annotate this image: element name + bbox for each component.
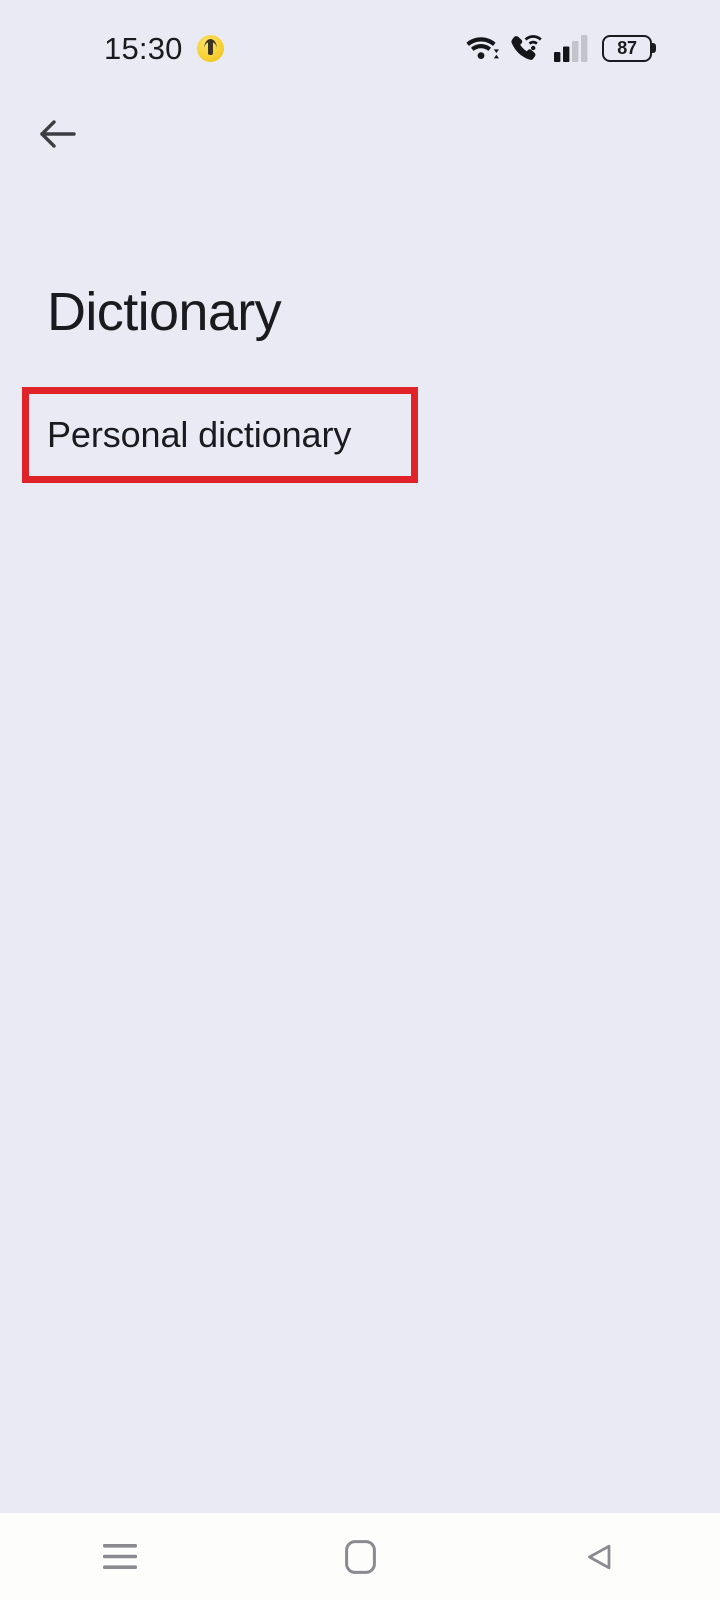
nav-back-button[interactable] xyxy=(480,1513,720,1600)
status-clock: 15:30 xyxy=(104,30,183,66)
recents-menu-icon xyxy=(103,1544,137,1569)
cellular-signal-icon xyxy=(554,35,588,62)
settings-list: Personal dictionary xyxy=(0,387,720,483)
wifi-calling-icon xyxy=(511,35,542,60)
status-bar-right: 87 xyxy=(465,33,690,63)
status-bar-left: 15:30 xyxy=(0,33,224,64)
status-bar: 15:30 87 xyxy=(0,0,720,96)
back-triangle-icon xyxy=(588,1544,611,1569)
notification-badge-icon xyxy=(196,34,224,62)
battery-icon: 87 xyxy=(602,34,652,62)
list-item-personal-dictionary[interactable]: Personal dictionary xyxy=(0,387,720,483)
wifi-icon xyxy=(466,37,499,59)
system-navigation-bar xyxy=(0,1513,720,1600)
arrow-back-icon xyxy=(40,120,76,148)
back-button[interactable] xyxy=(24,104,90,164)
home-square-icon xyxy=(344,1539,376,1574)
nav-home-button[interactable] xyxy=(240,1513,480,1600)
list-item-label: Personal dictionary xyxy=(47,414,352,456)
nav-recents-button[interactable] xyxy=(0,1513,240,1600)
page-title: Dictionary xyxy=(47,282,282,342)
battery-level-label: 87 xyxy=(617,38,637,58)
